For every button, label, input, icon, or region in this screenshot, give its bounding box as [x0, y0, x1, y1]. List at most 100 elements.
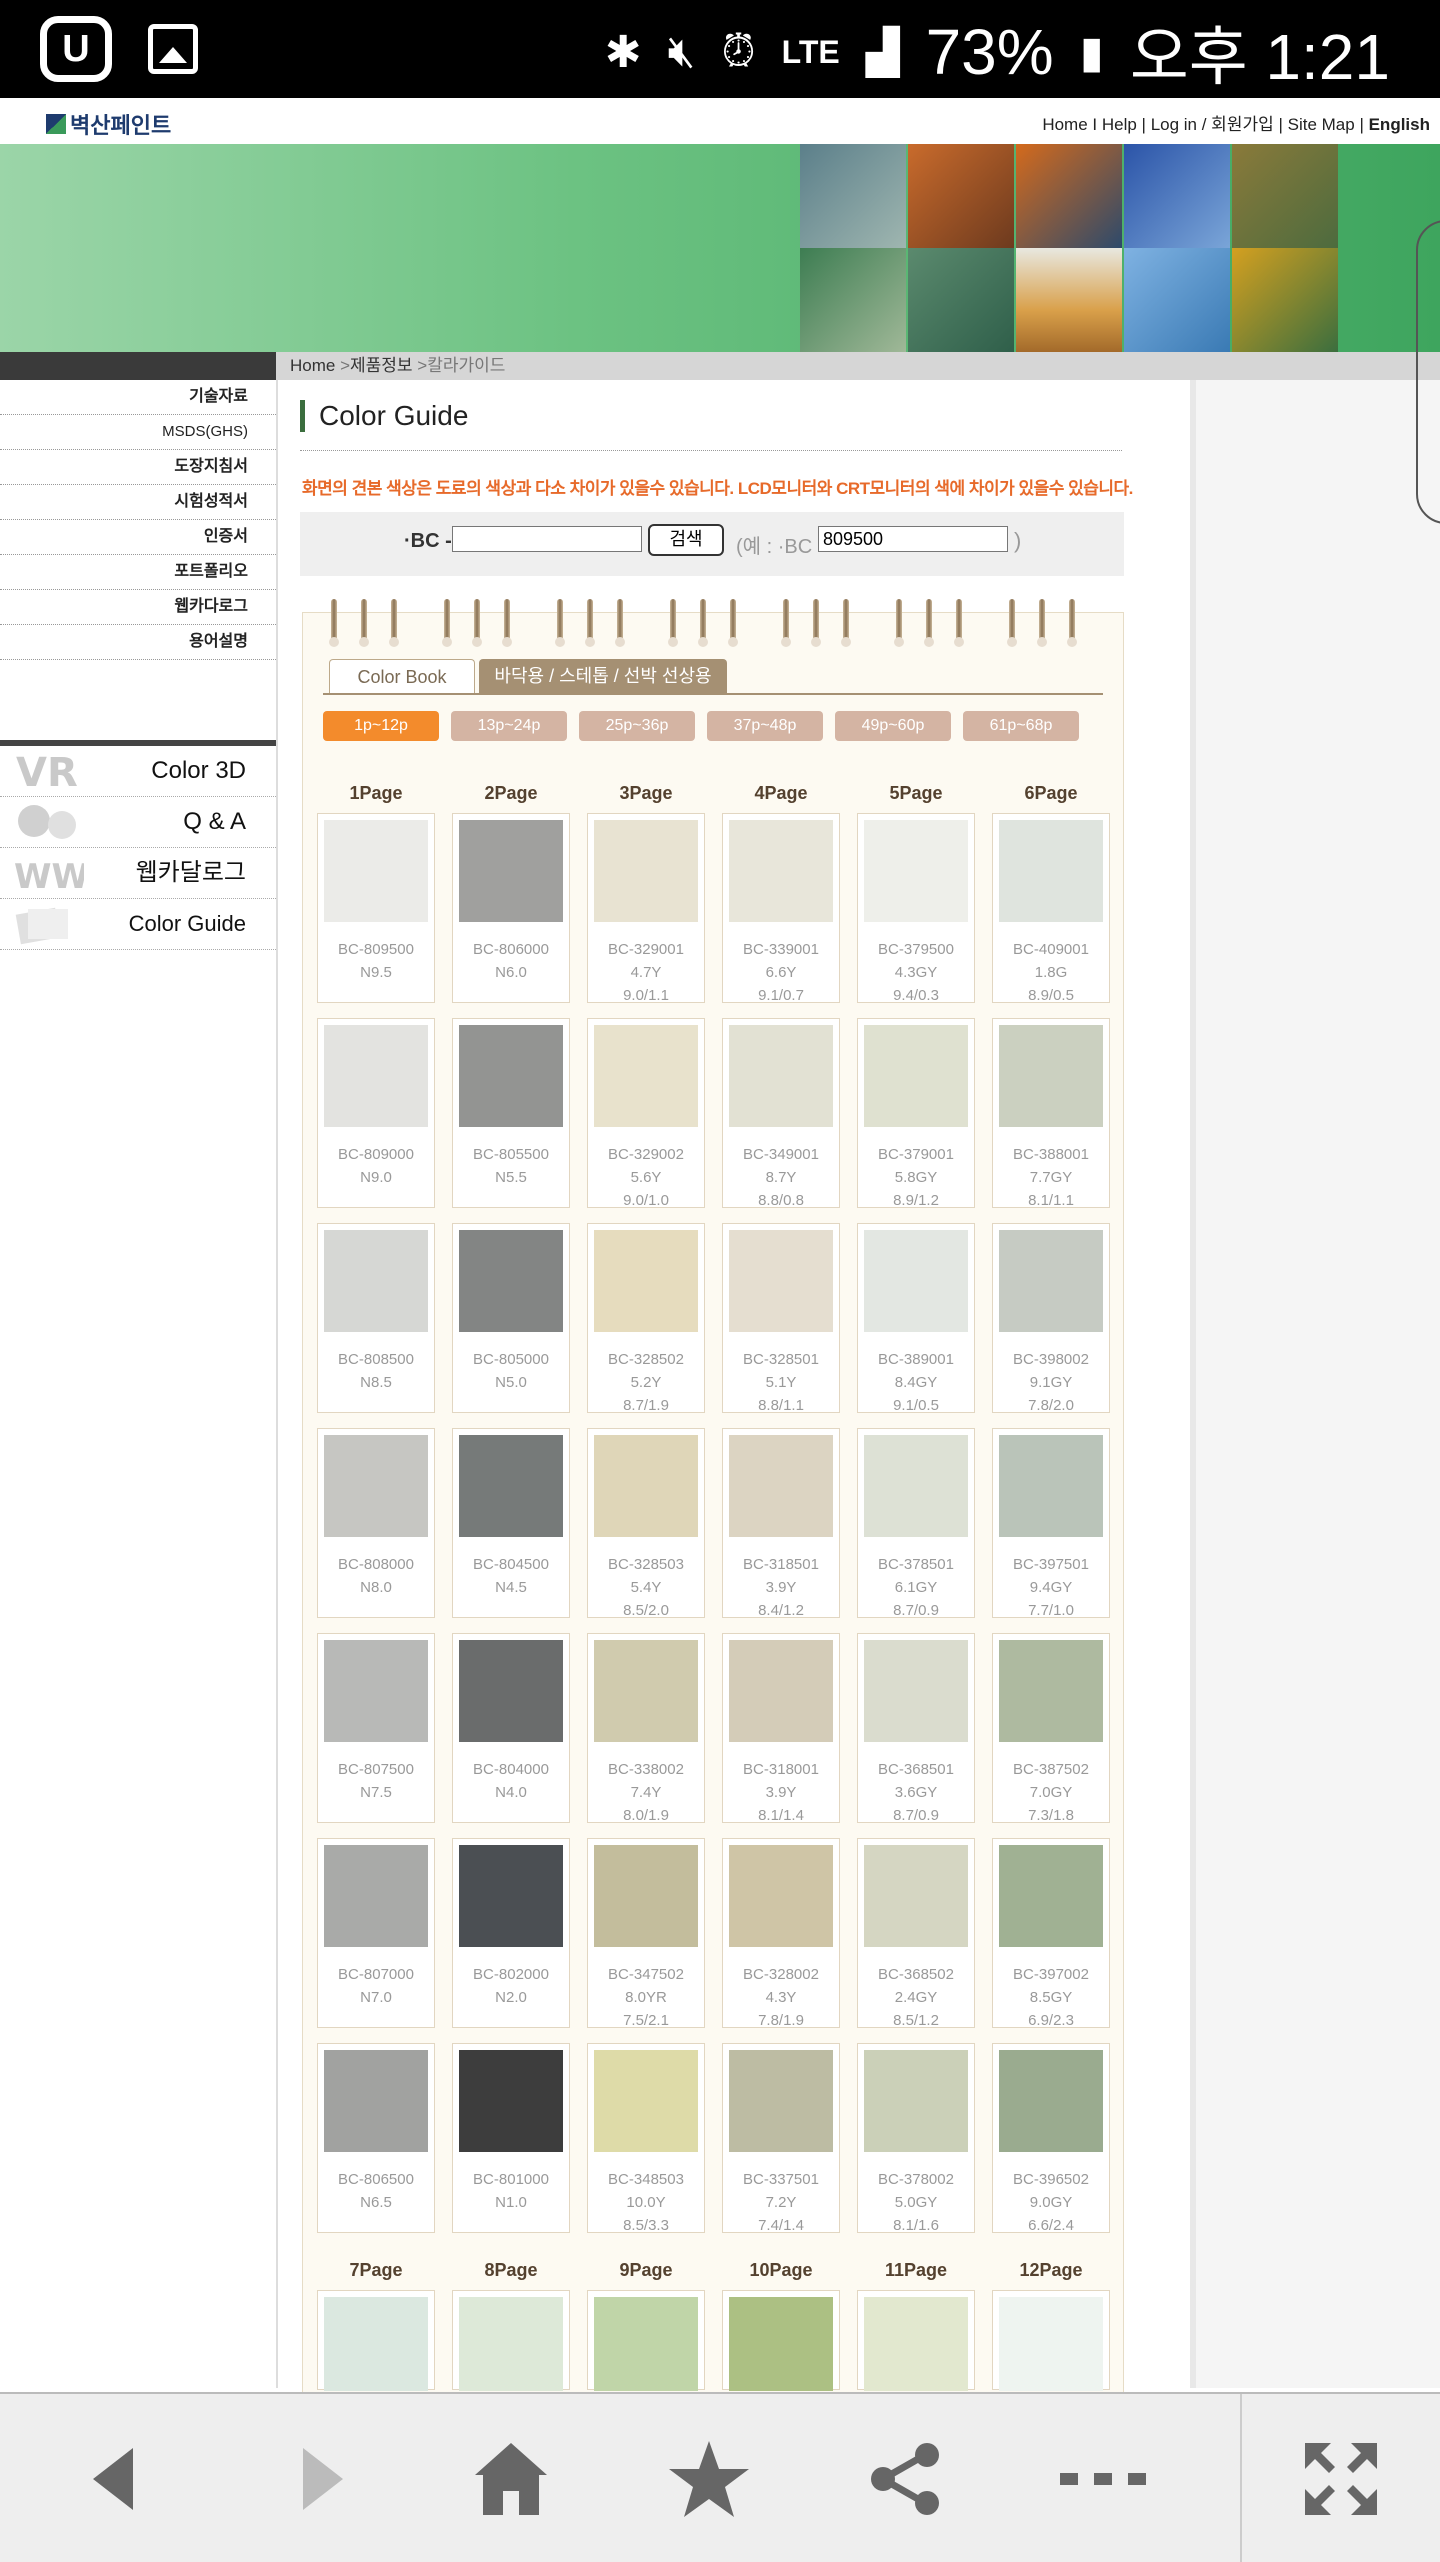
page-range-tab-4[interactable]: 37p~48p — [707, 711, 823, 741]
sidebar-item-portfolio[interactable]: 포트폴리오 — [0, 555, 276, 590]
color-swatch[interactable]: BC-338002 7.4Y 8.0/1.9 — [587, 1633, 705, 1824]
search-button[interactable]: 검색 — [648, 524, 724, 556]
link-english[interactable]: English — [1369, 115, 1430, 134]
tab-color-book[interactable]: Color Book — [329, 659, 475, 694]
color-swatch[interactable]: BC-802000 N2.0 — [452, 1838, 570, 2028]
swatch-label: BC-397501 9.4GY 7.7/1.0 — [993, 1553, 1109, 1622]
swatch-l3: 8.4/1.2 — [758, 1602, 804, 1619]
color-swatch[interactable]: BC-805000 N5.0 — [452, 1223, 570, 1413]
color-swatch[interactable] — [992, 2290, 1110, 2391]
bc-code-input[interactable] — [452, 526, 642, 552]
swatch-label: BC-804000 N4.0 — [453, 1758, 569, 1804]
breadcrumb-home[interactable]: Home — [276, 356, 335, 375]
color-swatch[interactable]: BC-801000 N1.0 — [452, 2043, 570, 2233]
color-swatch[interactable]: BC-805500 N5.5 — [452, 1018, 570, 1208]
swatch-l2: N8.0 — [360, 1579, 392, 1596]
swatch-l3: 8.5/1.2 — [893, 2012, 939, 2029]
link-home[interactable]: Home — [1042, 115, 1087, 134]
quick-link-web-catalog[interactable]: WWW 웹카달로그 — [0, 848, 276, 899]
sidebar-item-web-catalog[interactable]: 웹카다로그 — [0, 590, 276, 625]
color-swatch[interactable] — [317, 2290, 435, 2391]
color-swatch[interactable]: BC-804000 N4.0 — [452, 1633, 570, 1823]
color-swatch[interactable]: BC-808500 N8.5 — [317, 1223, 435, 1413]
tab-floor-ship[interactable]: 바닥용 / 스테톱 / 선박 선상용 — [479, 659, 727, 693]
more-icon[interactable] — [1058, 2434, 1148, 2524]
link-help[interactable]: Help — [1102, 115, 1137, 134]
swatch-code: BC-368501 — [878, 1761, 954, 1778]
color-swatch[interactable]: BC-398002 9.1GY 7.8/2.0 — [992, 1223, 1110, 1414]
swatch-code: BC-801000 — [473, 2171, 549, 2188]
color-swatch[interactable]: BC-378002 5.0GY 8.1/1.6 — [857, 2043, 975, 2234]
color-swatch[interactable]: BC-328501 5.1Y 8.8/1.1 — [722, 1223, 840, 1414]
page-range-tab-2[interactable]: 13p~24p — [451, 711, 567, 741]
color-swatch[interactable]: BC-318501 3.9Y 8.4/1.2 — [722, 1428, 840, 1619]
color-swatch[interactable]: BC-339001 6.6Y 9.1/0.7 — [722, 813, 840, 1004]
fullscreen-icon[interactable] — [1296, 2434, 1386, 2524]
sidebar-item-test-report[interactable]: 시험성적서 — [0, 485, 276, 520]
swatch-label: BC-806000 N6.0 — [453, 938, 569, 984]
color-swatch[interactable]: BC-347502 8.0YR 7.5/2.1 — [587, 1838, 705, 2029]
color-swatch[interactable]: BC-329001 4.7Y 9.0/1.1 — [587, 813, 705, 1004]
color-swatch[interactable]: BC-809500 N9.5 — [317, 813, 435, 1003]
color-swatch[interactable]: BC-806000 N6.0 — [452, 813, 570, 1003]
page-range-tab-5[interactable]: 49p~60p — [835, 711, 951, 741]
color-swatch[interactable]: BC-397501 9.4GY 7.7/1.0 — [992, 1428, 1110, 1619]
sidebar-item-tech-data[interactable]: 기술자료 — [0, 380, 276, 415]
color-swatch[interactable]: BC-318001 3.9Y 8.1/1.4 — [722, 1633, 840, 1824]
page-range-tab-1[interactable]: 1p~12p — [323, 711, 439, 741]
color-swatch[interactable]: BC-328002 4.3Y 7.8/1.9 — [722, 1838, 840, 2029]
swatch-l2: 3.6GY — [894, 1784, 938, 1801]
sidebar-item-painting-guide[interactable]: 도장지침서 — [0, 450, 276, 485]
color-swatch[interactable] — [857, 2290, 975, 2391]
color-swatch[interactable]: BC-337501 7.2Y 7.4/1.4 — [722, 2043, 840, 2234]
color-swatch[interactable]: BC-387502 7.0GY 7.3/1.8 — [992, 1633, 1110, 1824]
color-swatch[interactable]: BC-807000 N7.0 — [317, 1838, 435, 2028]
color-swatch[interactable]: BC-804500 N4.5 — [452, 1428, 570, 1618]
color-swatch[interactable]: BC-806500 N6.5 — [317, 2043, 435, 2233]
color-swatch[interactable]: BC-809000 N9.0 — [317, 1018, 435, 1208]
forward-icon[interactable] — [276, 2434, 366, 2524]
quick-link-qna[interactable]: Q & A — [0, 797, 276, 848]
swatch-code: BC-807500 — [338, 1761, 414, 1778]
color-swatch[interactable]: BC-808000 N8.0 — [317, 1428, 435, 1618]
breadcrumb-section[interactable]: 제품정보 — [350, 356, 413, 375]
link-login[interactable]: Log in / 회원가입 — [1151, 115, 1274, 134]
color-swatch[interactable]: BC-349001 8.7Y 8.8/0.8 — [722, 1018, 840, 1209]
color-chip — [864, 2297, 968, 2391]
home-icon[interactable] — [466, 2434, 556, 2524]
color-swatch[interactable]: BC-397002 8.5GY 6.9/2.3 — [992, 1838, 1110, 2029]
color-swatch[interactable]: BC-328502 5.2Y 8.7/1.9 — [587, 1223, 705, 1414]
color-swatch[interactable] — [722, 2290, 840, 2391]
color-swatch[interactable] — [452, 2290, 570, 2391]
color-swatch[interactable]: BC-328503 5.4Y 8.5/2.0 — [587, 1428, 705, 1619]
bookmark-star-icon[interactable] — [664, 2434, 754, 2524]
color-swatch[interactable]: BC-378501 6.1GY 8.7/0.9 — [857, 1428, 975, 1619]
color-swatch[interactable]: BC-368502 2.4GY 8.5/1.2 — [857, 1838, 975, 2029]
color-swatch[interactable]: BC-348503 10.0Y 8.5/3.3 — [587, 2043, 705, 2234]
color-swatch[interactable]: BC-396502 9.0GY 6.6/2.4 — [992, 2043, 1110, 2234]
quick-link-color-guide[interactable]: Color Guide — [0, 899, 276, 950]
color-swatch[interactable]: BC-409001 1.8G 8.9/0.5 — [992, 813, 1110, 1004]
swatch-code: BC-802000 — [473, 1966, 549, 1983]
color-swatch[interactable]: BC-388001 7.7GY 8.1/1.1 — [992, 1018, 1110, 1209]
swatch-l3: 8.1/1.6 — [893, 2217, 939, 2234]
color-swatch[interactable] — [587, 2290, 705, 2391]
color-swatch[interactable]: BC-379001 5.8GY 8.9/1.2 — [857, 1018, 975, 1209]
sidebar-item-msds[interactable]: MSDS(GHS) — [0, 415, 276, 450]
back-icon[interactable] — [70, 2434, 160, 2524]
color-swatch[interactable]: BC-379500 4.3GY 9.4/0.3 — [857, 813, 975, 1004]
color-chip — [594, 2297, 698, 2391]
share-icon[interactable] — [860, 2434, 950, 2524]
color-swatch[interactable]: BC-807500 N7.5 — [317, 1633, 435, 1823]
link-sitemap[interactable]: Site Map — [1288, 115, 1355, 134]
sidebar-item-certificate[interactable]: 인증서 — [0, 520, 276, 555]
color-swatch[interactable]: BC-329002 5.6Y 9.0/1.0 — [587, 1018, 705, 1209]
page-range-tab-3[interactable]: 25p~36p — [579, 711, 695, 741]
quick-link-color-3d[interactable]: VR Color 3D — [0, 746, 276, 797]
site-logo[interactable]: 벽산페인트 — [46, 108, 171, 140]
color-swatch[interactable]: BC-389001 8.4GY 9.1/0.5 — [857, 1223, 975, 1414]
sidebar-item-glossary[interactable]: 용어설명 — [0, 625, 276, 660]
right-gutter — [1196, 220, 1440, 2388]
color-swatch[interactable]: BC-368501 3.6GY 8.7/0.9 — [857, 1633, 975, 1824]
page-range-tab-6[interactable]: 61p~68p — [963, 711, 1079, 741]
